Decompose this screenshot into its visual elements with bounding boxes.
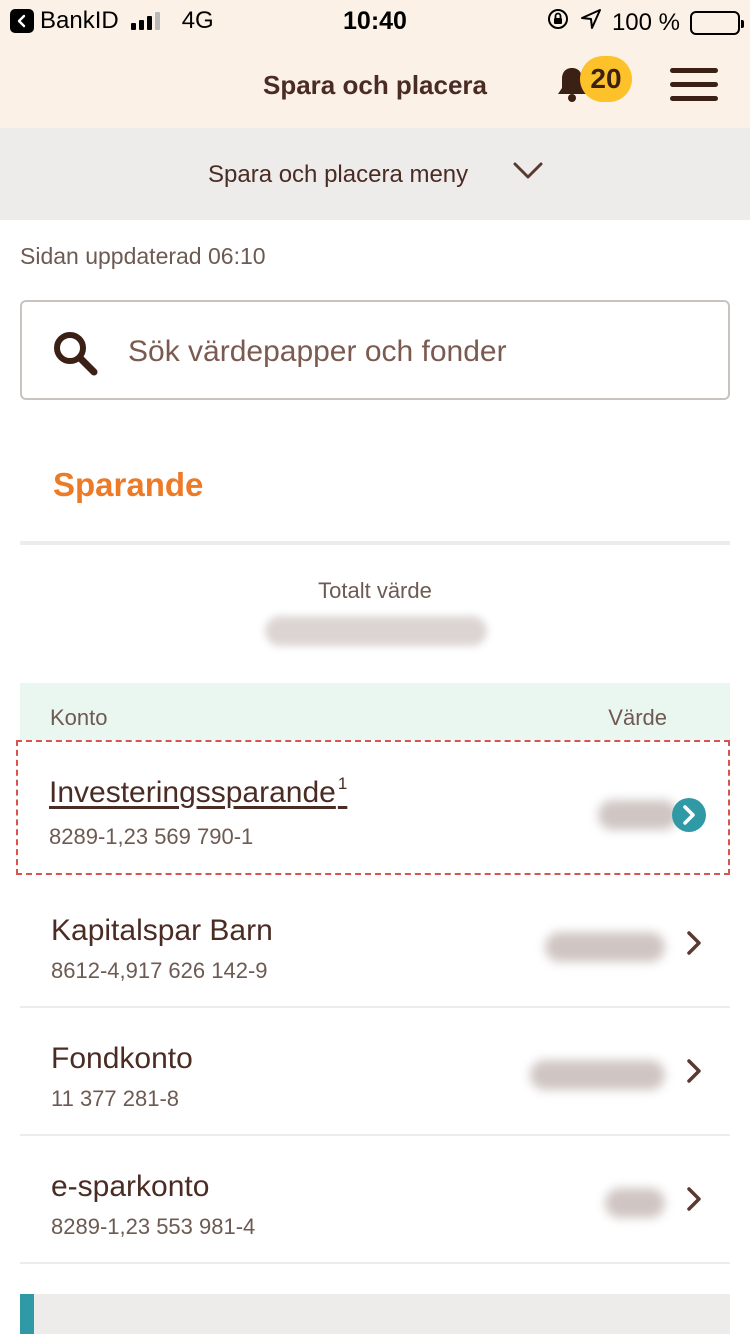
- submenu-label: Spara och placera meny: [208, 161, 469, 188]
- chevron-right-icon[interactable]: [684, 928, 704, 963]
- table-row[interactable]: Investeringssparande 1 8289-1,23 569 790-…: [16, 740, 730, 875]
- search-input[interactable]: [128, 330, 708, 374]
- table-header: Konto Värde: [20, 683, 730, 741]
- status-right: 100 %: [546, 7, 744, 38]
- account-number: 11 377 281-8: [51, 1086, 180, 1111]
- battery-icon: [690, 10, 744, 35]
- menu-icon[interactable]: [670, 68, 718, 102]
- battery-percent: 100 %: [611, 8, 680, 36]
- chevron-right-icon[interactable]: [684, 1184, 704, 1219]
- bottom-card[interactable]: [20, 1294, 730, 1334]
- chevron-right-icon[interactable]: [684, 1056, 704, 1091]
- table-row[interactable]: Fondkonto 11 377 281-8: [20, 1008, 730, 1136]
- total-value-blurred: [265, 616, 487, 646]
- notification-badge[interactable]: 20: [580, 56, 632, 102]
- section-title: Sparande: [53, 466, 204, 503]
- chevron-down-icon[interactable]: [512, 160, 544, 187]
- chevron-right-circle-icon[interactable]: [672, 798, 706, 832]
- column-header-account: Konto: [50, 705, 108, 730]
- table-row[interactable]: e-sparkonto 8289-1,23 553 981-4: [20, 1136, 730, 1264]
- account-name-link[interactable]: Investeringssparande 1: [49, 774, 348, 810]
- search-icon: [50, 328, 100, 383]
- account-value-blurred: [545, 932, 665, 962]
- divider: [20, 541, 730, 545]
- column-header-value: Värde: [608, 705, 667, 730]
- account-number: 8612-4,917 626 142-9: [51, 958, 268, 983]
- account-value-blurred: [605, 1188, 665, 1218]
- rotation-lock-icon: [546, 7, 570, 38]
- account-name[interactable]: Kapitalspar Barn: [51, 914, 273, 948]
- total-value-label: Totalt värde: [318, 578, 432, 603]
- account-number: 8289-1,23 553 981-4: [51, 1214, 256, 1239]
- footnote-marker: 1: [337, 774, 348, 793]
- status-bar: BankID 4G 10:40 100 %: [0, 0, 750, 40]
- location-icon: [580, 8, 602, 37]
- submenu-toggle[interactable]: Spara och placera meny: [0, 128, 750, 220]
- account-value-blurred: [598, 800, 678, 830]
- page-title: Spara och placera: [263, 70, 487, 100]
- search-box[interactable]: [20, 300, 730, 400]
- table-row[interactable]: Kapitalspar Barn 8612-4,917 626 142-9: [20, 880, 730, 1008]
- account-value-blurred: [530, 1060, 665, 1090]
- account-name[interactable]: e-sparkonto: [51, 1170, 209, 1204]
- updated-timestamp: Sidan uppdaterad 06:10: [20, 243, 266, 269]
- account-number: 8289-1,23 569 790-1: [49, 824, 254, 849]
- account-name[interactable]: Fondkonto: [51, 1042, 193, 1076]
